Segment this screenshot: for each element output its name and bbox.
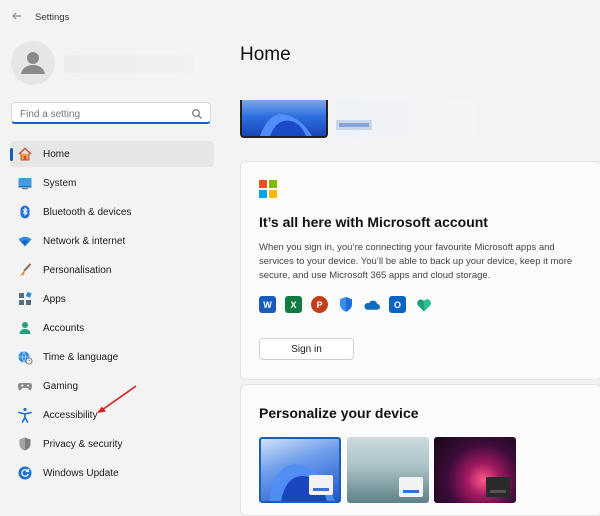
powerpoint-icon: P bbox=[311, 296, 328, 313]
sidebar-item-label: Accounts bbox=[43, 322, 85, 334]
sidebar-item-label: Privacy & security bbox=[43, 438, 123, 450]
annotation-arrow-icon bbox=[97, 385, 137, 413]
wifi-icon bbox=[16, 232, 34, 250]
avatar[interactable] bbox=[11, 41, 55, 85]
outlook-icon: O bbox=[389, 296, 406, 313]
system-icon bbox=[16, 174, 34, 192]
sidebar-item-label: Personalisation bbox=[43, 264, 112, 276]
shield-icon bbox=[16, 435, 34, 453]
brush-icon bbox=[16, 261, 34, 279]
back-arrow-icon[interactable] bbox=[10, 10, 24, 24]
microsoft-logo-icon bbox=[259, 180, 277, 198]
window-preview-icon bbox=[399, 477, 423, 497]
theme-thumbnail[interactable] bbox=[434, 437, 516, 503]
window-title: Settings bbox=[35, 12, 70, 23]
accessibility-icon bbox=[16, 406, 34, 424]
sidebar-item-time-language[interactable]: Time & language bbox=[10, 344, 214, 370]
sidebar-item-apps[interactable]: Apps bbox=[10, 286, 214, 312]
sidebar-item-label: Network & internet bbox=[43, 235, 126, 247]
sidebar-item-label: Gaming bbox=[43, 380, 79, 392]
sidebar-item-label: Apps bbox=[43, 293, 66, 305]
sidebar-item-label: Home bbox=[43, 148, 70, 160]
window-preview-icon bbox=[309, 475, 333, 495]
apps-icon bbox=[16, 290, 34, 308]
onedrive-icon bbox=[363, 296, 380, 313]
sidebar-item-privacy-security[interactable]: Privacy & security bbox=[10, 431, 214, 457]
family-icon bbox=[415, 296, 432, 313]
gamepad-icon bbox=[16, 377, 34, 395]
sidebar-item-network[interactable]: Network & internet bbox=[10, 228, 214, 254]
person-icon bbox=[16, 319, 34, 337]
sidebar-item-accounts[interactable]: Accounts bbox=[10, 315, 214, 341]
theme-thumbnail[interactable] bbox=[259, 437, 341, 503]
update-icon bbox=[16, 464, 34, 482]
sidebar-item-system[interactable]: System bbox=[10, 170, 214, 196]
window-preview-icon bbox=[486, 477, 510, 497]
personalize-card: Personalize your device bbox=[240, 384, 600, 516]
microsoft-account-card: It’s all here with Microsoft account Whe… bbox=[240, 161, 600, 380]
sidebar-item-label: Bluetooth & devices bbox=[43, 206, 132, 218]
microsoft-apps-row: W X P O bbox=[259, 296, 441, 314]
sidebar-item-label: Windows Update bbox=[43, 467, 119, 479]
excel-icon: X bbox=[285, 296, 302, 313]
search-icon[interactable] bbox=[191, 107, 203, 119]
sidebar-item-windows-update[interactable]: Windows Update bbox=[10, 460, 214, 486]
sidebar-item-label: Time & language bbox=[43, 351, 119, 363]
device-carousel bbox=[240, 100, 600, 140]
search-box[interactable] bbox=[11, 102, 211, 124]
sidebar-item-personalisation[interactable]: Personalisation bbox=[10, 257, 214, 283]
card-description: When you sign in, you’re connecting your… bbox=[259, 242, 573, 281]
title-bar: Settings bbox=[0, 0, 600, 36]
word-icon: W bbox=[259, 296, 276, 313]
device-wallpaper-thumbnail[interactable] bbox=[240, 100, 328, 138]
account-name-blurred bbox=[64, 55, 194, 73]
sidebar-item-bluetooth[interactable]: Bluetooth & devices bbox=[10, 199, 214, 225]
sidebar-item-label: System bbox=[43, 177, 77, 189]
card-title: It’s all here with Microsoft account bbox=[259, 214, 488, 230]
device-info-thumbnail bbox=[336, 100, 476, 138]
bluetooth-icon bbox=[16, 203, 34, 221]
sidebar-item-home[interactable]: Home bbox=[10, 141, 214, 167]
sign-in-button[interactable]: Sign in bbox=[259, 338, 354, 360]
globe-clock-icon bbox=[16, 348, 34, 366]
defender-icon bbox=[337, 296, 354, 313]
search-input[interactable] bbox=[18, 105, 192, 123]
theme-thumbnail[interactable] bbox=[347, 437, 429, 503]
sidebar-nav: Home System Bluetooth & devices Network … bbox=[10, 141, 214, 489]
page-title: Home bbox=[240, 44, 291, 65]
card-title: Personalize your device bbox=[259, 405, 419, 421]
home-icon bbox=[16, 145, 34, 163]
